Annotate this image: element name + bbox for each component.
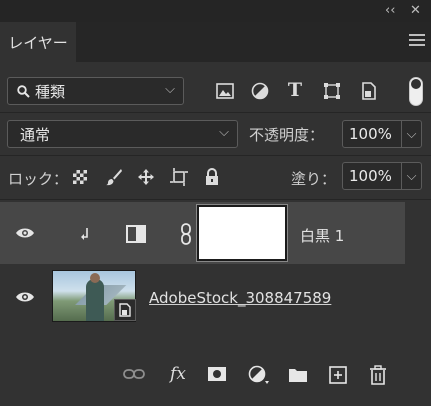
filter-toggle[interactable] — [409, 77, 423, 106]
chevron-down-icon[interactable]: ⌵ — [401, 121, 421, 147]
new-group-icon[interactable] — [287, 366, 309, 384]
opacity-field[interactable]: 100% ⌵ — [342, 120, 422, 148]
opacity-value: 100% — [349, 125, 392, 143]
layer-name[interactable]: 白黒 1 — [300, 225, 344, 246]
visibility-eye-icon[interactable] — [14, 226, 36, 240]
hamburger-menu-icon[interactable] — [409, 34, 425, 48]
filter-select-value: 種類 — [35, 82, 66, 101]
layer-name[interactable]: AdobeStock_308847589 — [149, 289, 331, 307]
layer-filter-select[interactable]: 種類 ⌵ — [7, 77, 184, 105]
smart-object-filter-icon[interactable] — [360, 81, 378, 101]
shape-filter-icon[interactable] — [322, 81, 342, 101]
image-filter-icon[interactable] — [215, 82, 235, 100]
fill-label: 塗り： — [291, 170, 337, 188]
close-panel-icon[interactable]: ✕ — [410, 2, 421, 20]
search-icon — [17, 84, 30, 98]
lock-all-icon[interactable] — [204, 167, 220, 187]
panel-tab-row: レイヤー — [0, 22, 431, 62]
smart-object-badge-icon — [114, 299, 136, 321]
panel-title-bar: ‹‹ ✕ — [0, 0, 431, 22]
lock-label: ロック： — [8, 170, 69, 188]
new-adjustment-icon[interactable] — [247, 364, 271, 386]
lock-artboard-icon[interactable] — [169, 167, 189, 187]
tab-layers[interactable]: レイヤー — [0, 22, 76, 62]
lock-transparent-icon[interactable] — [72, 169, 88, 185]
type-filter-icon[interactable]: T — [285, 79, 305, 101]
chevron-down-icon[interactable]: ⌵ — [401, 163, 421, 189]
divider — [0, 199, 431, 200]
add-mask-icon[interactable] — [206, 365, 228, 383]
delete-layer-icon[interactable] — [368, 364, 388, 386]
clipping-mask-arrow-icon — [80, 226, 92, 242]
blend-mode-value: 通常 — [20, 125, 51, 144]
chevron-down-icon: ⌵ — [165, 82, 175, 97]
divider — [0, 112, 431, 113]
blend-mode-select[interactable]: 通常 ⌵ — [7, 120, 238, 148]
lock-image-icon[interactable] — [104, 167, 124, 187]
collapse-panel-icon[interactable]: ‹‹ — [385, 2, 395, 20]
fill-value: 100% — [349, 167, 392, 185]
fx-icon[interactable]: fx — [165, 362, 191, 386]
mask-link-icon[interactable] — [178, 222, 194, 246]
opacity-label: 不透明度： — [249, 126, 325, 144]
fill-field[interactable]: 100% ⌵ — [342, 162, 422, 190]
layer-mask-thumbnail[interactable] — [196, 204, 288, 262]
chevron-down-icon: ⌵ — [219, 125, 229, 140]
adjustment-filter-icon[interactable] — [250, 81, 270, 101]
link-layers-icon[interactable] — [123, 367, 145, 381]
new-layer-icon[interactable] — [328, 365, 348, 385]
divider — [0, 155, 431, 156]
layers-scrollbar[interactable] — [405, 200, 431, 354]
lock-position-icon[interactable] — [136, 167, 156, 187]
visibility-eye-icon[interactable] — [14, 290, 36, 304]
black-white-adjustment-icon — [124, 223, 148, 245]
